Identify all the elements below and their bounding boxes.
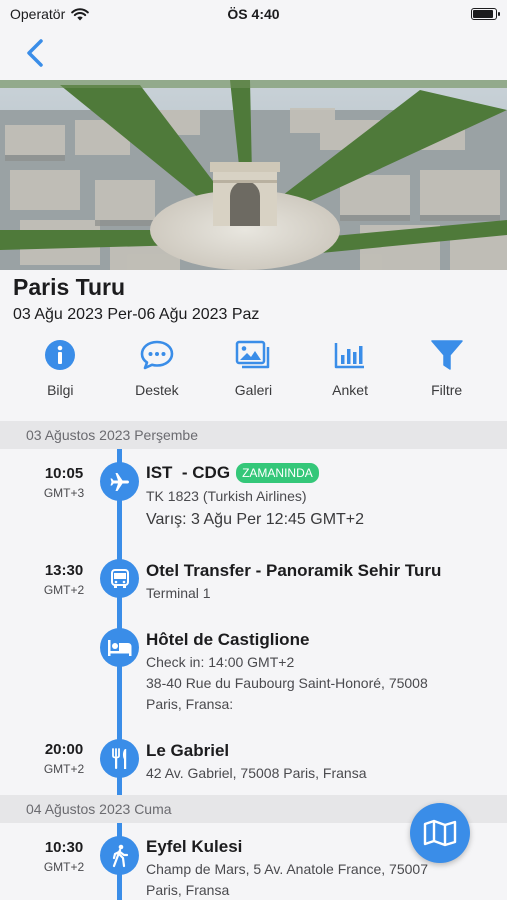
bus-icon <box>100 559 139 598</box>
item-timezone: GMT+2 <box>43 583 85 597</box>
walking-icon <box>100 836 139 875</box>
chevron-left-icon <box>27 39 43 67</box>
map-icon <box>423 819 457 847</box>
item-detail: Paris, Fransa <box>146 882 230 898</box>
battery-icon <box>471 8 500 20</box>
chat-bubble-icon <box>140 340 174 370</box>
item-time: 10:30 <box>44 839 84 856</box>
item-title: IST - CDG <box>146 463 231 482</box>
airplane-icon <box>100 462 139 501</box>
item-timezone: GMT+2 <box>43 762 85 776</box>
map-button[interactable] <box>410 803 470 863</box>
filter-button[interactable]: Filtre <box>398 338 495 408</box>
day-header: 03 Ağustos 2023 Perşembe <box>0 421 507 449</box>
timeline-item-flight[interactable]: 10:05 GMT+3 IST - CDG ZAMANINDA TK 1823 … <box>0 462 507 542</box>
item-detail: Check in: 14:00 GMT+2 <box>146 654 295 670</box>
wifi-icon <box>71 7 90 20</box>
restaurant-icon <box>100 739 139 778</box>
action-label: Filtre <box>431 382 463 398</box>
status-left: Operatör <box>10 6 90 22</box>
item-title: Le Gabriel <box>146 741 230 760</box>
survey-button[interactable]: Anket <box>302 338 399 408</box>
back-button[interactable] <box>20 36 50 70</box>
item-time: 13:30 <box>44 562 84 579</box>
nav-bar <box>0 28 507 80</box>
page-title: Paris Turu <box>13 274 126 300</box>
item-detail: 42 Av. Gabriel, 75008 Paris, Fransa <box>146 765 367 781</box>
action-label: Destek <box>135 382 179 398</box>
action-row: Bilgi Destek Galeri Anket Filtre <box>12 338 495 408</box>
action-label: Bilgi <box>47 382 74 398</box>
item-time: 20:00 <box>44 741 84 758</box>
filter-icon <box>430 340 463 370</box>
status-badge: ZAMANINDA <box>236 463 319 483</box>
info-icon <box>45 340 76 370</box>
timeline-item-restaurant[interactable]: 20:00 GMT+2 Le Gabriel 42 Av. Gabriel, 7… <box>0 739 507 790</box>
item-timezone: GMT+2 <box>43 860 85 874</box>
item-detail: Varış: 3 Ağu Per 12:45 GMT+2 <box>146 511 365 528</box>
item-title: Otel Transfer - Panoramik Sehir Turu <box>146 561 442 580</box>
item-detail: Paris, Fransa: <box>146 696 234 712</box>
gallery-button[interactable]: Galeri <box>205 338 302 408</box>
item-detail: Terminal 1 <box>146 585 211 601</box>
carrier-label: Operatör <box>10 6 66 22</box>
item-time: 10:05 <box>44 465 84 482</box>
item-detail: 38-40 Rue du Faubourg Saint-Honoré, 7500… <box>146 675 428 691</box>
tour-dates: 03 Ağu 2023 Per-06 Ağu 2023 Paz <box>13 306 260 323</box>
item-timezone: GMT+3 <box>43 486 85 500</box>
bar-chart-icon <box>334 343 365 369</box>
support-button[interactable]: Destek <box>109 338 206 408</box>
bed-icon <box>100 628 139 667</box>
info-button[interactable]: Bilgi <box>12 338 109 408</box>
action-label: Galeri <box>234 382 273 398</box>
timeline-item-hotel[interactable]: Hôtel de Castiglione Check in: 14:00 GMT… <box>0 628 507 718</box>
item-detail: TK 1823 (Turkish Airlines) <box>146 488 307 504</box>
action-label: Anket <box>332 382 368 398</box>
item-title: Hôtel de Castiglione <box>146 630 310 649</box>
status-bar: Operatör ÖS 4:40 <box>0 0 507 28</box>
timeline-item-transfer[interactable]: 13:30 GMT+2 Otel Transfer - Panoramik Se… <box>0 559 507 620</box>
hero-image <box>0 80 507 270</box>
gallery-icon <box>236 340 270 369</box>
